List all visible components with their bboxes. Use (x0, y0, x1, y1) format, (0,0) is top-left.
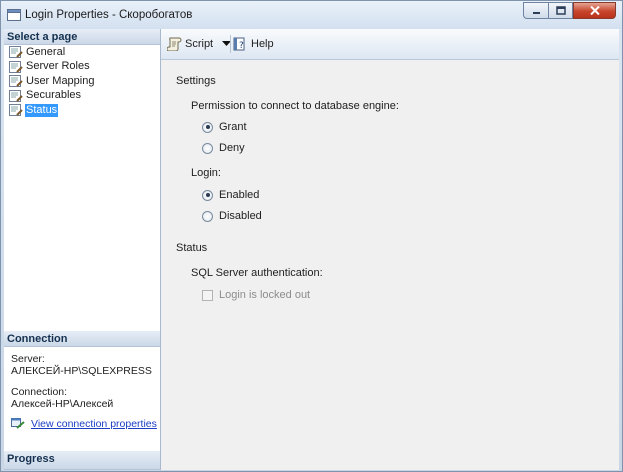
radio-button-checked[interactable] (202, 189, 213, 201)
properties-pane: Script ? Help Settings Permission to con… (161, 29, 619, 470)
locked-out-label: Login is locked out (219, 289, 311, 301)
maximize-icon (555, 6, 566, 15)
page-list: General Server Roles User Mapping Secura… (4, 45, 160, 118)
progress-header: Progress (4, 451, 160, 470)
deny-radio[interactable]: Deny (202, 142, 245, 154)
toolbar: Script ? Help (161, 29, 619, 60)
page-item-label: Securables (26, 89, 82, 102)
page-item-securables[interactable]: Securables (4, 89, 160, 104)
help-button[interactable]: ? Help (233, 37, 274, 51)
sql-auth-label: SQL Server authentication: (191, 267, 323, 279)
grant-label: Grant (219, 121, 247, 133)
view-connection-properties[interactable]: View connection properties (11, 418, 157, 430)
window-controls (523, 2, 616, 20)
enabled-radio[interactable]: Enabled (202, 189, 259, 201)
help-icon: ? (233, 37, 245, 51)
page-item-general[interactable]: General (4, 45, 160, 60)
title-bar[interactable]: Login Properties - Скоробогатов (1, 1, 622, 29)
minimize-icon (532, 11, 540, 14)
status-heading: Status (176, 242, 208, 254)
wrench-page-icon (9, 104, 23, 117)
toolbar-separator (230, 35, 231, 53)
script-button[interactable]: Script (167, 37, 232, 51)
login-locked-out-checkbox: Login is locked out (202, 289, 310, 301)
dialog-client-area: Select a page General Server Roles User … (4, 29, 619, 470)
deny-label: Deny (219, 142, 245, 154)
enabled-label: Enabled (219, 189, 260, 201)
server-label: Server: (11, 353, 45, 365)
radio-button-checked[interactable] (202, 121, 213, 133)
login-properties-window: Login Properties - Скоробогатов Select a… (0, 0, 623, 472)
close-icon (589, 6, 600, 15)
grant-radio[interactable]: Grant (202, 121, 247, 133)
script-label: Script (185, 38, 214, 50)
page-item-status[interactable]: Status (4, 103, 160, 118)
connection-label: Connection: (11, 386, 68, 398)
wrench-page-icon (9, 89, 23, 102)
maximize-button[interactable] (548, 2, 573, 19)
radio-button[interactable] (202, 210, 213, 222)
page-item-server-roles[interactable]: Server Roles (4, 60, 160, 75)
page-item-user-mapping[interactable]: User Mapping (4, 74, 160, 89)
wrench-page-icon (9, 75, 23, 88)
page-item-label: User Mapping (26, 74, 95, 87)
connection-properties-icon (11, 418, 25, 429)
minimize-button[interactable] (523, 2, 548, 19)
svg-text:?: ? (239, 41, 244, 51)
help-label: Help (251, 38, 274, 50)
page-item-label: Status (25, 103, 59, 117)
connection-value: Алексей-HP\Алексей (11, 398, 114, 410)
disabled-label: Disabled (219, 210, 262, 222)
page-selector-pane: Select a page General Server Roles User … (4, 29, 161, 470)
script-icon (167, 37, 182, 51)
status-page-content: Settings Permission to connect to databa… (161, 60, 619, 470)
app-window-icon (7, 9, 21, 21)
login-label: Login: (191, 167, 221, 179)
disabled-radio[interactable]: Disabled (202, 210, 262, 222)
view-connection-properties-link[interactable]: View connection properties (31, 418, 157, 430)
connection-header: Connection (4, 331, 160, 347)
radio-button[interactable] (202, 142, 213, 154)
settings-heading: Settings (176, 75, 216, 87)
select-page-header: Select a page (4, 29, 160, 45)
page-item-label: Server Roles (26, 60, 90, 73)
close-button[interactable] (573, 2, 616, 19)
wrench-page-icon (9, 60, 23, 73)
window-title: Login Properties - Скоробогатов (25, 9, 193, 21)
permission-label: Permission to connect to database engine… (191, 100, 399, 112)
wrench-page-icon (9, 46, 23, 59)
server-value: АЛЕКСЕЙ-HP\SQLEXPRESS (11, 365, 152, 377)
checkbox-box (202, 289, 213, 301)
page-item-label: General (26, 45, 66, 58)
